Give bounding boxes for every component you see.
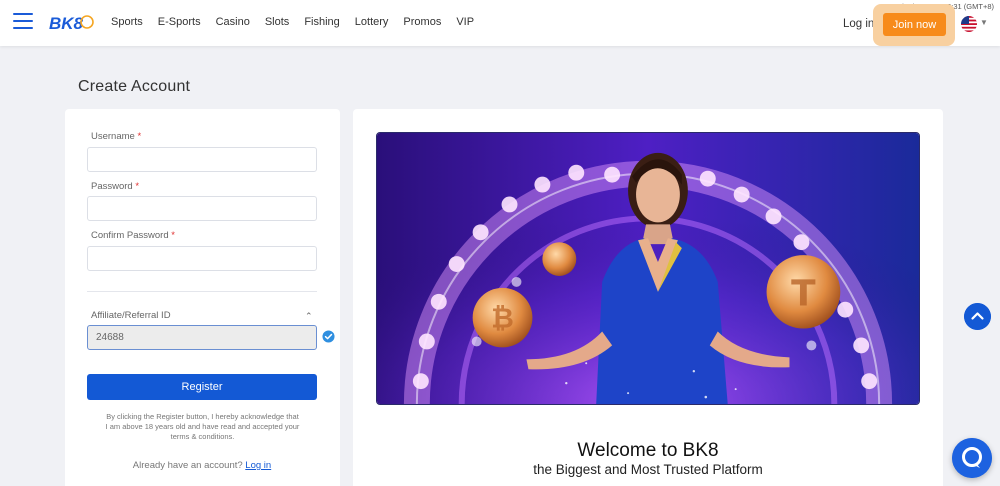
logo-text: BK8 xyxy=(49,14,84,33)
chevron-down-icon[interactable]: ▼ xyxy=(980,18,988,27)
join-now-button[interactable]: Join now xyxy=(883,13,946,36)
username-label: Username * xyxy=(91,131,142,142)
scroll-to-top-button[interactable] xyxy=(964,303,991,330)
hamburger-menu-icon[interactable] xyxy=(13,13,33,29)
nav-slots[interactable]: Slots xyxy=(265,16,289,28)
registration-form: Username * Password * Confirm Password *… xyxy=(65,109,340,486)
top-header: BK8 Sports E-Sports Casino Slots Fishing… xyxy=(0,0,1000,46)
promo-banner-image: ₿ T xyxy=(376,132,920,405)
confirm-password-input[interactable] xyxy=(87,246,317,271)
svg-text:₿: ₿ xyxy=(491,302,514,335)
header-login-link[interactable]: Log in xyxy=(843,18,874,30)
live-chat-button[interactable] xyxy=(952,438,992,478)
check-circle-icon xyxy=(322,330,335,343)
affiliate-id-input[interactable] xyxy=(87,325,317,350)
chevron-up-icon[interactable]: ⌃ xyxy=(305,311,313,322)
form-divider xyxy=(87,291,317,292)
nav-casino[interactable]: Casino xyxy=(216,16,250,28)
login-prompt-text: Already have an account? xyxy=(132,460,243,471)
svg-text:T: T xyxy=(791,274,816,315)
nav-fishing[interactable]: Fishing xyxy=(304,16,339,28)
password-label: Password * xyxy=(91,181,140,192)
login-link[interactable]: Log in xyxy=(245,460,271,471)
welcome-subtitle: the Biggest and Most Trusted Platform xyxy=(533,462,763,477)
terms-disclaimer: By clicking the Register button, I hereb… xyxy=(105,412,300,441)
page-title: Create Account xyxy=(78,78,191,95)
affiliate-label: Affiliate/Referral ID xyxy=(91,310,171,321)
us-flag-icon[interactable] xyxy=(961,16,977,32)
username-input[interactable] xyxy=(87,147,317,172)
welcome-panel: ₿ T Welcome to BK8 the Biggest and Most … xyxy=(353,109,943,486)
password-input[interactable] xyxy=(87,196,317,221)
nav-sports[interactable]: Sports xyxy=(111,16,143,28)
nav-vip[interactable]: VIP xyxy=(456,16,474,28)
welcome-title: Welcome to BK8 xyxy=(577,440,719,461)
nav-promos[interactable]: Promos xyxy=(403,16,441,28)
nav-lottery[interactable]: Lottery xyxy=(355,16,389,28)
register-button[interactable]: Register xyxy=(87,374,317,400)
nav-esports[interactable]: E-Sports xyxy=(158,16,201,28)
main-nav: Sports E-Sports Casino Slots Fishing Lot… xyxy=(111,16,489,28)
login-prompt: Already have an account? Log in xyxy=(87,460,317,471)
bk8-logo[interactable]: BK8 xyxy=(48,9,94,37)
confirm-password-label: Confirm Password * xyxy=(91,230,175,241)
